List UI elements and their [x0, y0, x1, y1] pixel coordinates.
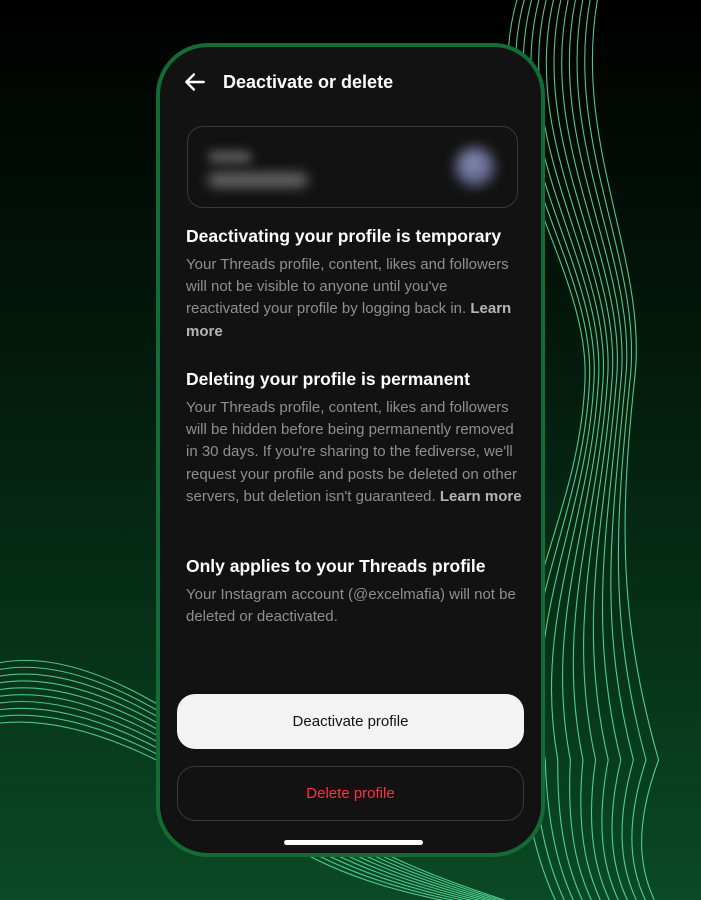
phone-frame: Deactivate or delete Deactivating your p…	[156, 43, 545, 857]
section-body: Your Instagram account (@excelmafia) wil…	[186, 586, 516, 626]
avatar	[455, 147, 495, 187]
top-bar: Deactivate or delete	[160, 47, 541, 117]
section-deactivate-info: Deactivating your profile is temporary Y…	[186, 224, 522, 343]
account-card	[187, 126, 518, 208]
page-title: Deactivate or delete	[223, 72, 394, 92]
section-heading: Only applies to your Threads profile	[186, 556, 486, 576]
wave-line	[568, 0, 628, 900]
blurred-username	[208, 173, 308, 187]
section-delete-info: Deleting your profile is permanent Your …	[186, 367, 522, 508]
section-heading: Deleting your profile is permanent	[186, 369, 470, 389]
learn-more-link[interactable]: Learn more	[440, 488, 522, 505]
deactivate-profile-button[interactable]: Deactivate profile	[177, 694, 524, 749]
delete-profile-button[interactable]: Delete profile	[177, 766, 524, 821]
wave-line	[538, 0, 605, 900]
section-body: Your Threads profile, content, likes and…	[186, 256, 512, 340]
arrow-left-icon[interactable]	[182, 69, 208, 95]
section-heading: Deactivating your profile is temporary	[186, 226, 502, 246]
home-indicator	[284, 840, 423, 845]
section-scope-info: Only applies to your Threads profile You…	[186, 554, 522, 628]
blurred-name	[208, 151, 252, 163]
section-body: Your Threads profile, content, likes and…	[186, 399, 522, 505]
wave-line	[591, 0, 660, 900]
